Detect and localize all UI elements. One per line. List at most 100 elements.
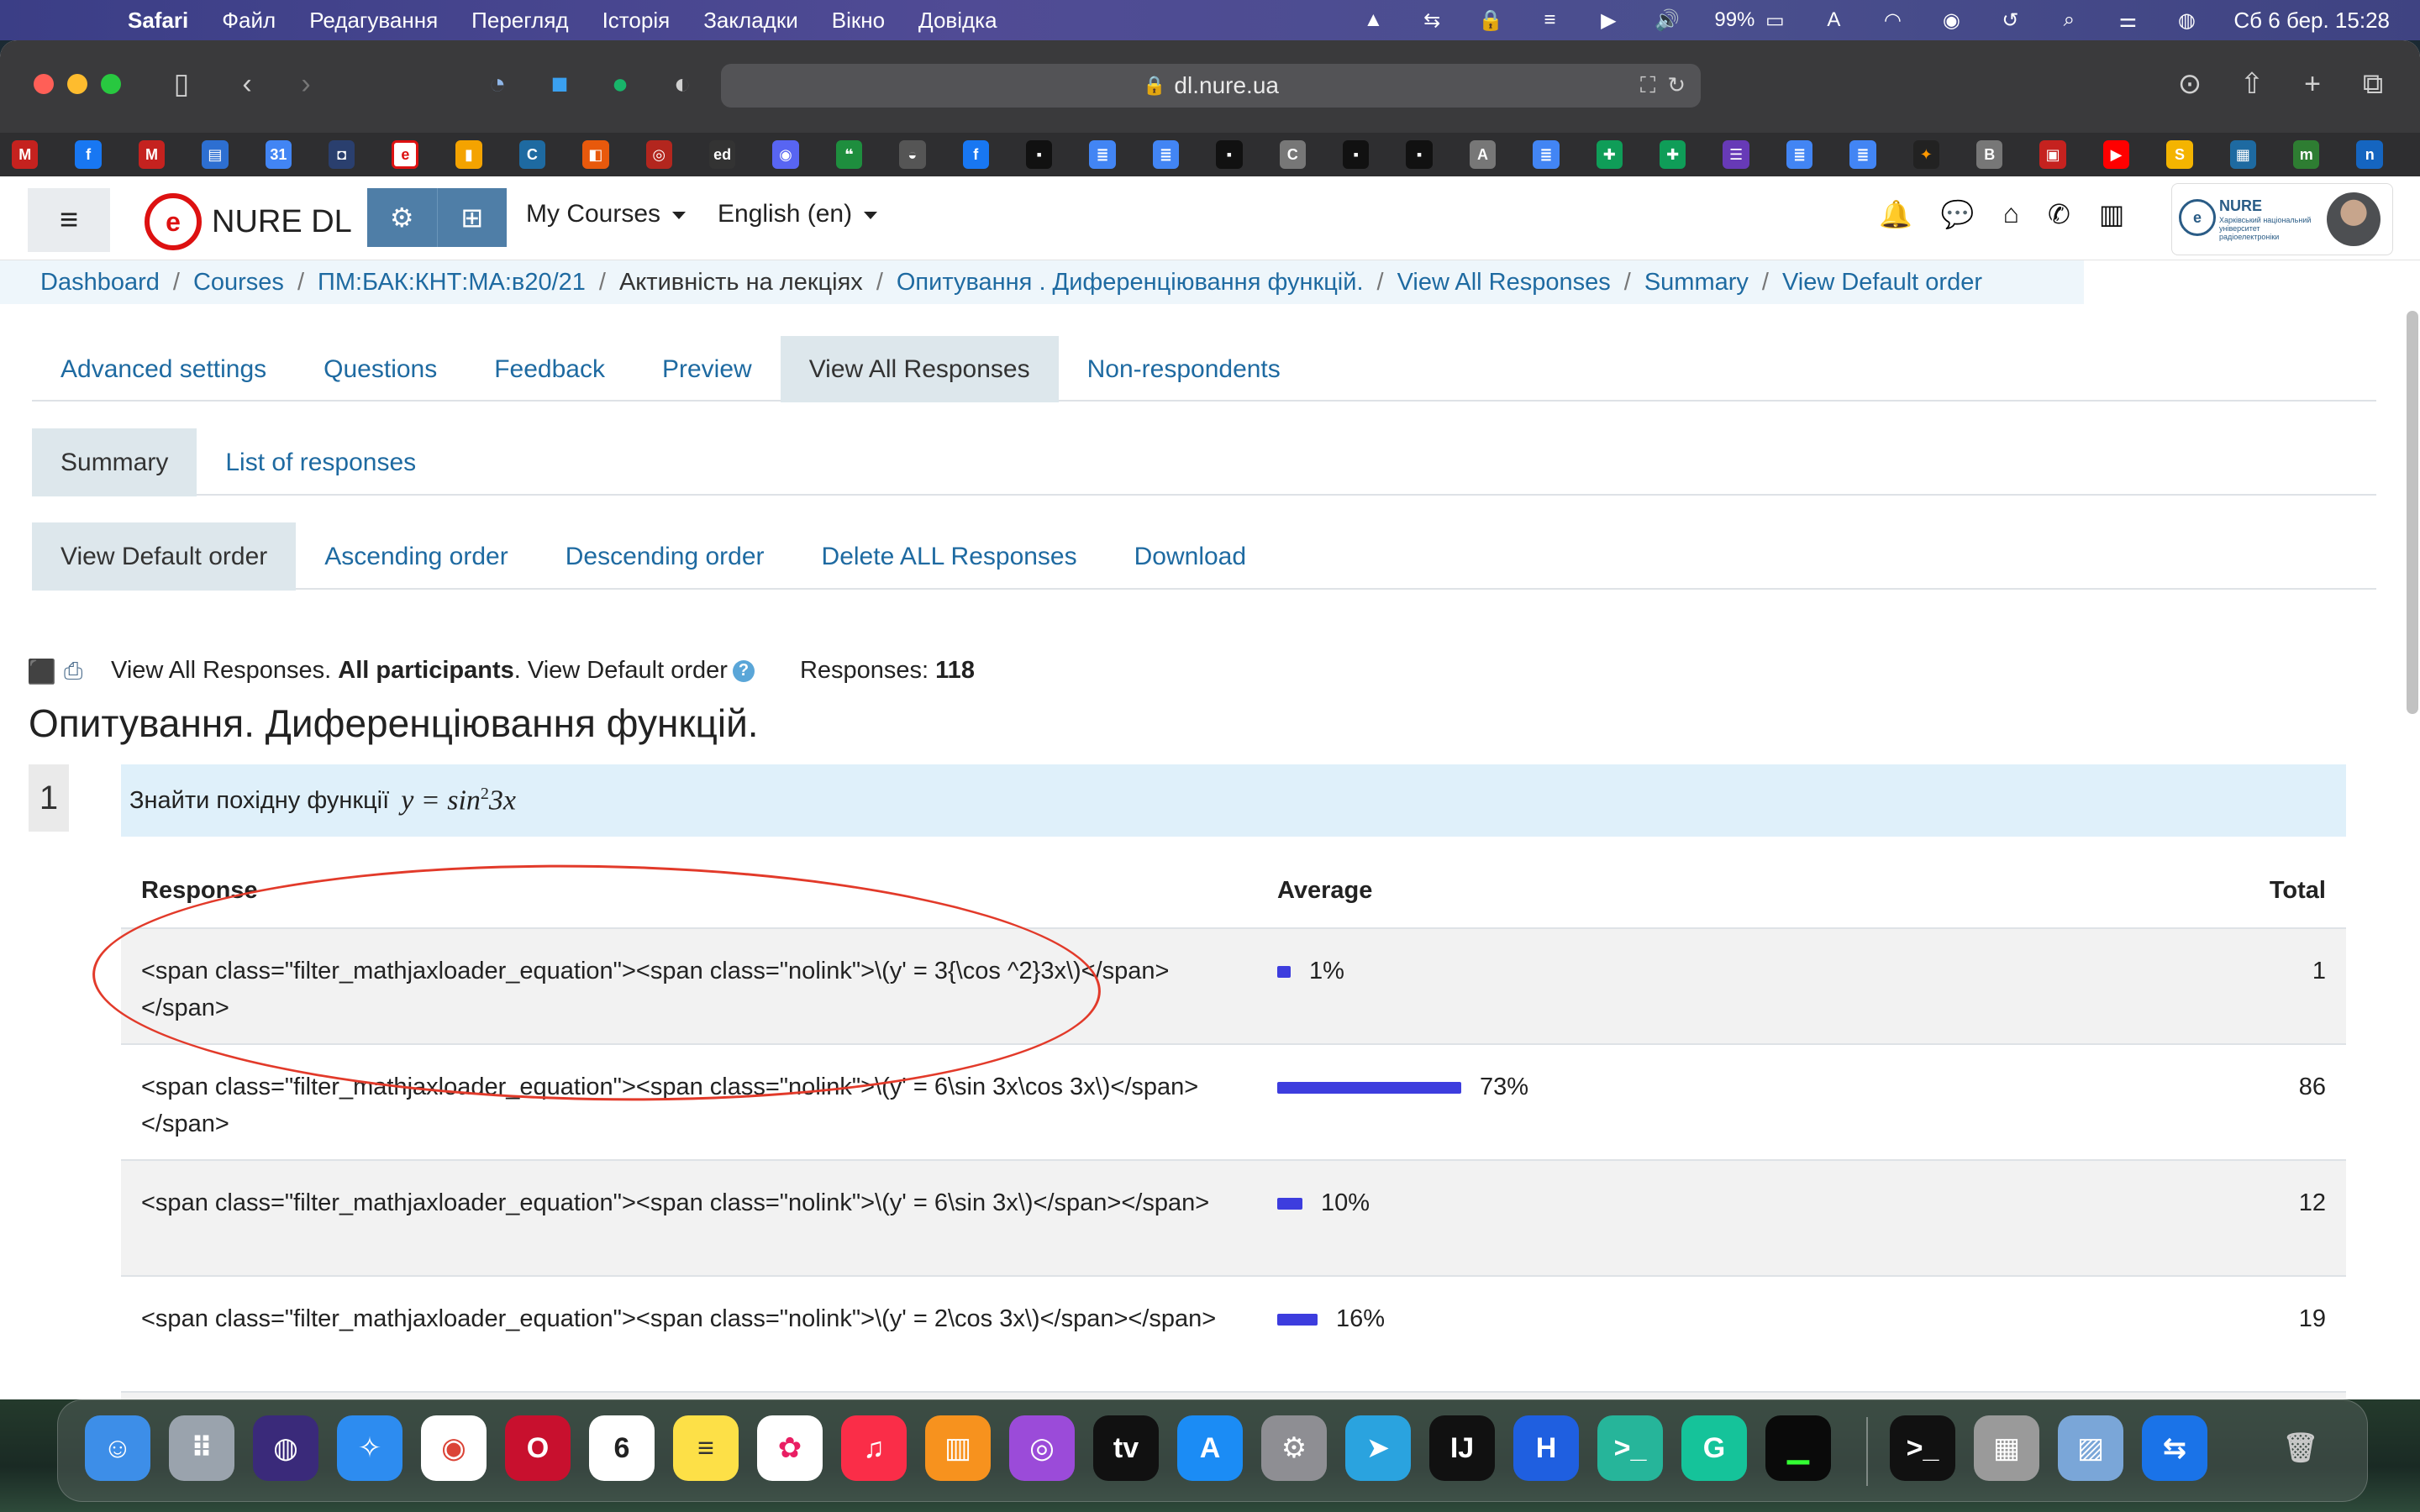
tab-summary[interactable]: Summary	[32, 428, 197, 497]
address-bar[interactable]: 🔒 dl.nure.ua ⛶ ↻	[721, 64, 1701, 108]
b-favorite-icon[interactable]: B	[1976, 140, 2003, 169]
app-store-icon[interactable]: A	[1177, 1415, 1243, 1481]
settings-gears-icon[interactable]: ⚙	[367, 188, 437, 247]
reload-icon[interactable]: ↻	[1667, 72, 1686, 99]
tab-descending-order[interactable]: Descending order	[537, 522, 793, 591]
page-scrollbar[interactable]	[2407, 311, 2418, 714]
zoom-window-button[interactable]	[101, 74, 121, 94]
breadcrumb-courses[interactable]: Courses	[193, 269, 284, 297]
c-gray-favorite-icon[interactable]: C	[1279, 140, 1306, 169]
menu-window[interactable]: Вікно	[832, 8, 885, 34]
tab-list-of-responses[interactable]: List of responses	[197, 428, 445, 496]
photos-app-icon[interactable]: ✿	[757, 1415, 823, 1481]
apple-tv-app-icon[interactable]: tv	[1093, 1415, 1159, 1481]
tab-view-default-order[interactable]: View Default order	[32, 522, 297, 591]
breadcrumb-dashboard[interactable]: Dashboard	[40, 269, 160, 297]
video-favorite-icon-2[interactable]: ▪	[1216, 140, 1243, 169]
sidebar-toggle-icon[interactable]: ▯	[161, 64, 202, 104]
preview-app-icon[interactable]: ▨	[2058, 1415, 2123, 1481]
home-icon[interactable]: ⌂	[2003, 198, 2019, 230]
breadcrumb-course[interactable]: ПМ:БАК:КНТ:МА:в20/21	[318, 269, 586, 297]
time-machine-icon[interactable]: ↺	[1998, 8, 2022, 32]
input-source-icon[interactable]: A	[1822, 8, 1845, 32]
language-dropdown[interactable]: English (en)	[718, 200, 878, 228]
battery-icon[interactable]: ▭	[1763, 8, 1786, 32]
tab-overview-icon[interactable]: ⧉	[2353, 64, 2393, 104]
terminal-tool-app-icon[interactable]: >_	[1597, 1415, 1663, 1481]
my-courses-dropdown[interactable]: My Courses	[526, 200, 687, 228]
docs-favorite-icon-4[interactable]: ≣	[1786, 140, 1813, 169]
video-favorite-icon-3[interactable]: ▪	[1342, 140, 1370, 169]
tab-advanced-settings[interactable]: Advanced settings	[32, 336, 295, 402]
menu-edit[interactable]: Редагування	[309, 8, 438, 34]
siri-icon[interactable]: ◍	[2175, 8, 2198, 32]
user-status-icon[interactable]: ◉	[1939, 8, 1963, 32]
tab-feedback[interactable]: Feedback	[466, 336, 634, 402]
menu-view[interactable]: Перегляд	[471, 8, 568, 34]
gmail-favorite-icon[interactable]: M	[12, 140, 39, 169]
breadcrumb-view-all-responses[interactable]: View All Responses	[1397, 269, 1611, 297]
docs-favorite-icon[interactable]: ≣	[1089, 140, 1116, 169]
tab-preview[interactable]: Preview	[634, 336, 781, 402]
teamviewer-app-icon[interactable]: ⇆	[2142, 1415, 2207, 1481]
phone-icon[interactable]: ✆	[2048, 198, 2070, 230]
menu-history[interactable]: Історія	[602, 8, 671, 34]
help-icon[interactable]: ?	[732, 659, 755, 682]
bookmark-favorite-icon[interactable]: ◘	[329, 140, 355, 169]
chat-bubble-icon[interactable]: 💬	[1941, 198, 1975, 230]
translate-icon[interactable]: ⛶	[1640, 72, 1655, 99]
h-app-icon[interactable]: H	[1513, 1415, 1579, 1481]
activity-monitor-icon[interactable]: ▁	[1765, 1415, 1831, 1481]
link-favorite-icon[interactable]: S	[2166, 140, 2193, 169]
share-icon[interactable]: ⇧	[2232, 64, 2272, 104]
mask-favorite-icon[interactable]: ◒	[899, 140, 926, 169]
podcasts-app-icon[interactable]: ◎	[1009, 1415, 1075, 1481]
grammarly-app-icon[interactable]: G	[1681, 1415, 1747, 1481]
play-status-icon[interactable]: ▶	[1597, 8, 1620, 32]
facebook-favorite-icon[interactable]: f	[75, 140, 102, 169]
finder-icon[interactable]: ☺	[85, 1415, 150, 1481]
pdf-favorite-icon[interactable]: ▣	[2039, 140, 2066, 169]
new-tab-icon[interactable]: +	[2292, 64, 2333, 104]
telegram-app-icon[interactable]: ➤	[1345, 1415, 1411, 1481]
office-favorite-icon[interactable]: ◧	[582, 140, 609, 169]
status-app-icon[interactable]: ▲	[1361, 8, 1385, 32]
sitemap-icon[interactable]: ⊞	[436, 188, 508, 247]
back-arrow-icon[interactable]: ‹	[227, 64, 267, 104]
minimize-window-button[interactable]	[67, 74, 87, 94]
dots-favorite-icon[interactable]: ✦	[1912, 140, 1940, 169]
teamviewer-status-icon[interactable]: ⇆	[1420, 8, 1444, 32]
facebook-favorite-icon-2[interactable]: f	[962, 140, 989, 169]
breadcrumb-summary[interactable]: Summary	[1644, 269, 1749, 297]
calculator-app-icon[interactable]: ▦	[1974, 1415, 2039, 1481]
avatar[interactable]	[2327, 192, 2381, 246]
books-app-icon[interactable]: ▥	[925, 1415, 991, 1481]
c-favorite-icon[interactable]: C	[518, 140, 546, 169]
m-favorite-icon[interactable]: m	[2293, 140, 2320, 169]
book-icon[interactable]: ▥	[2099, 198, 2124, 230]
docs-favorite-icon-3[interactable]: ≣	[1533, 140, 1560, 169]
sheets-favorite-icon[interactable]: ✚	[1596, 140, 1623, 169]
tab-download[interactable]: Download	[1106, 522, 1275, 591]
print-icon[interactable]: ⎙	[64, 658, 91, 685]
system-preferences-icon[interactable]: ⚙	[1261, 1415, 1327, 1481]
wifi-icon[interactable]: ◠	[1881, 8, 1904, 32]
site-brand[interactable]: e NURE DL	[145, 193, 352, 250]
cube-extension-icon[interactable]: ■	[539, 64, 580, 104]
tab-delete-all-responses[interactable]: Delete ALL Responses	[793, 522, 1106, 591]
docs-favorite-icon-2[interactable]: ≣	[1152, 140, 1180, 169]
menu-app-name[interactable]: Safari	[128, 8, 188, 34]
close-window-button[interactable]	[34, 74, 54, 94]
spotlight-search-icon[interactable]: ⌕	[2057, 8, 2081, 32]
pdf-icon[interactable]: ⬛	[27, 658, 56, 685]
chat-favorite-icon[interactable]: ▤	[202, 140, 229, 169]
forward-arrow-icon[interactable]: ›	[286, 64, 326, 104]
chart-favorite-icon[interactable]: ◎	[645, 140, 672, 169]
analytics-favorite-icon[interactable]: ▮	[455, 140, 482, 169]
nure-favorite-icon[interactable]: e	[392, 140, 419, 169]
cleaner-status-icon[interactable]: ≡	[1538, 8, 1561, 32]
menu-help[interactable]: Довідка	[918, 8, 997, 34]
intellij-app-icon[interactable]: IJ	[1429, 1415, 1495, 1481]
ghostery-extension-icon[interactable]: ◔	[477, 64, 518, 104]
user-menu[interactable]: e NURE Харківський національний універси…	[2171, 183, 2393, 255]
